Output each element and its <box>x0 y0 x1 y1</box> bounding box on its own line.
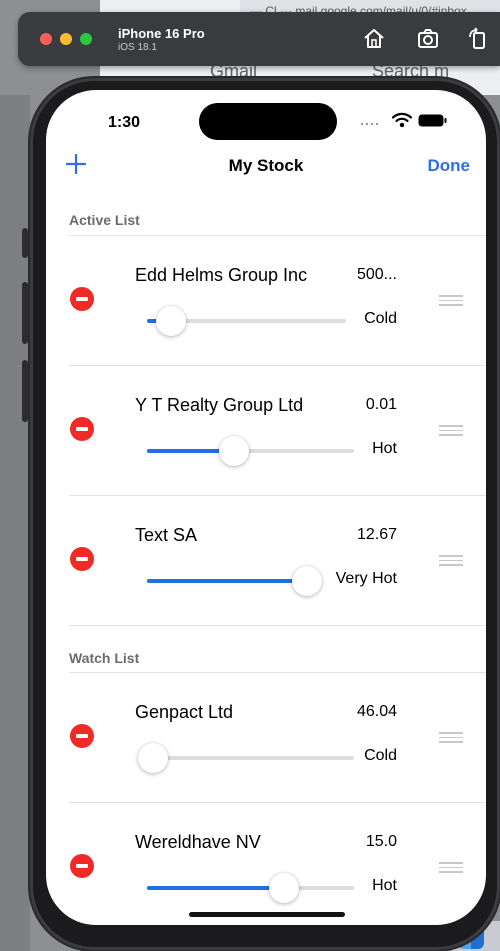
stock-row[interactable]: Text SA 12.67 Very Hot <box>46 495 486 625</box>
heat-label: Very Hot <box>335 570 397 587</box>
section-header: Active List <box>69 212 140 228</box>
page-title: My Stock <box>228 156 304 175</box>
heat-slider-fill <box>147 886 284 890</box>
battery-icon <box>418 114 447 127</box>
done-button[interactable]: Done <box>428 156 471 176</box>
stock-row[interactable]: Edd Helms Group Inc 500... Cold <box>46 235 486 365</box>
heat-slider[interactable] <box>147 436 354 466</box>
rotate-icon[interactable] <box>466 27 490 51</box>
stock-name: Text SA <box>135 525 198 545</box>
dynamic-island <box>199 103 337 140</box>
stock-name: Edd Helms Group Inc <box>135 265 308 285</box>
delete-row-button[interactable] <box>70 547 94 571</box>
screenshot-icon[interactable] <box>416 27 440 51</box>
heat-label: Cold <box>364 747 397 764</box>
stock-name: Y T Realty Group Ltd <box>135 395 304 415</box>
wifi-icon <box>392 112 412 128</box>
row-divider <box>69 625 486 626</box>
cellular-signal-icon <box>360 122 379 126</box>
simulator-device-name: iPhone 16 Pro <box>118 26 205 41</box>
heat-label: Hot <box>372 877 397 894</box>
delete-row-button[interactable] <box>70 724 94 748</box>
stock-name: Genpact Ltd <box>135 702 234 722</box>
phone-screen: 1:30 My Stock Done Active List Edd Helms … <box>46 90 486 925</box>
heat-slider[interactable] <box>147 873 354 903</box>
action-button <box>22 228 28 258</box>
heat-slider-thumb[interactable] <box>219 436 249 466</box>
stock-value: 12.67 <box>356 526 397 543</box>
heat-slider-thumb[interactable] <box>138 743 168 773</box>
reorder-handle-icon[interactable] <box>439 555 463 567</box>
heat-slider[interactable] <box>147 566 322 596</box>
stock-row[interactable]: Genpact Ltd 46.04 Cold <box>46 672 486 802</box>
heat-slider[interactable] <box>138 743 354 773</box>
home-indicator[interactable] <box>189 912 345 917</box>
heat-label: Cold <box>364 310 397 327</box>
heat-slider[interactable] <box>147 306 346 336</box>
zoom-window-button[interactable] <box>80 33 92 45</box>
volume-up-button <box>22 282 28 344</box>
heat-slider-thumb[interactable] <box>292 566 322 596</box>
reorder-handle-icon[interactable] <box>439 295 463 307</box>
minimize-window-button[interactable] <box>60 33 72 45</box>
stock-value: 46.04 <box>356 703 397 720</box>
heat-slider-fill <box>147 579 307 583</box>
simulator-os-version: iOS 18.1 <box>118 42 157 53</box>
section-header: Watch List <box>69 650 140 666</box>
reorder-handle-icon[interactable] <box>439 732 463 744</box>
stock-row[interactable]: Y T Realty Group Ltd 0.01 Hot <box>46 365 486 495</box>
stock-value: 15.0 <box>365 833 397 850</box>
stock-value: 0.01 <box>365 396 397 413</box>
background-desktop <box>0 95 30 951</box>
heat-slider-thumb[interactable] <box>269 873 299 903</box>
delete-row-button[interactable] <box>70 417 94 441</box>
window-controls <box>40 33 92 45</box>
stock-name: Wereldhave NV <box>135 832 261 852</box>
delete-row-button[interactable] <box>70 854 94 878</box>
volume-down-button <box>22 360 28 422</box>
stock-value: 500... <box>356 266 397 283</box>
stock-row[interactable]: Wereldhave NV 15.0 Hot <box>46 802 486 925</box>
status-time: 1:30 <box>108 114 141 131</box>
home-icon[interactable] <box>362 27 386 51</box>
heat-label: Hot <box>372 440 397 457</box>
simulator-title-bar: iPhone 16 Pro iOS 18.1 <box>18 12 500 66</box>
reorder-handle-icon[interactable] <box>439 425 463 437</box>
delete-row-button[interactable] <box>70 287 94 311</box>
close-window-button[interactable] <box>40 33 52 45</box>
reorder-handle-icon[interactable] <box>439 862 463 874</box>
heat-slider-thumb[interactable] <box>156 306 186 336</box>
